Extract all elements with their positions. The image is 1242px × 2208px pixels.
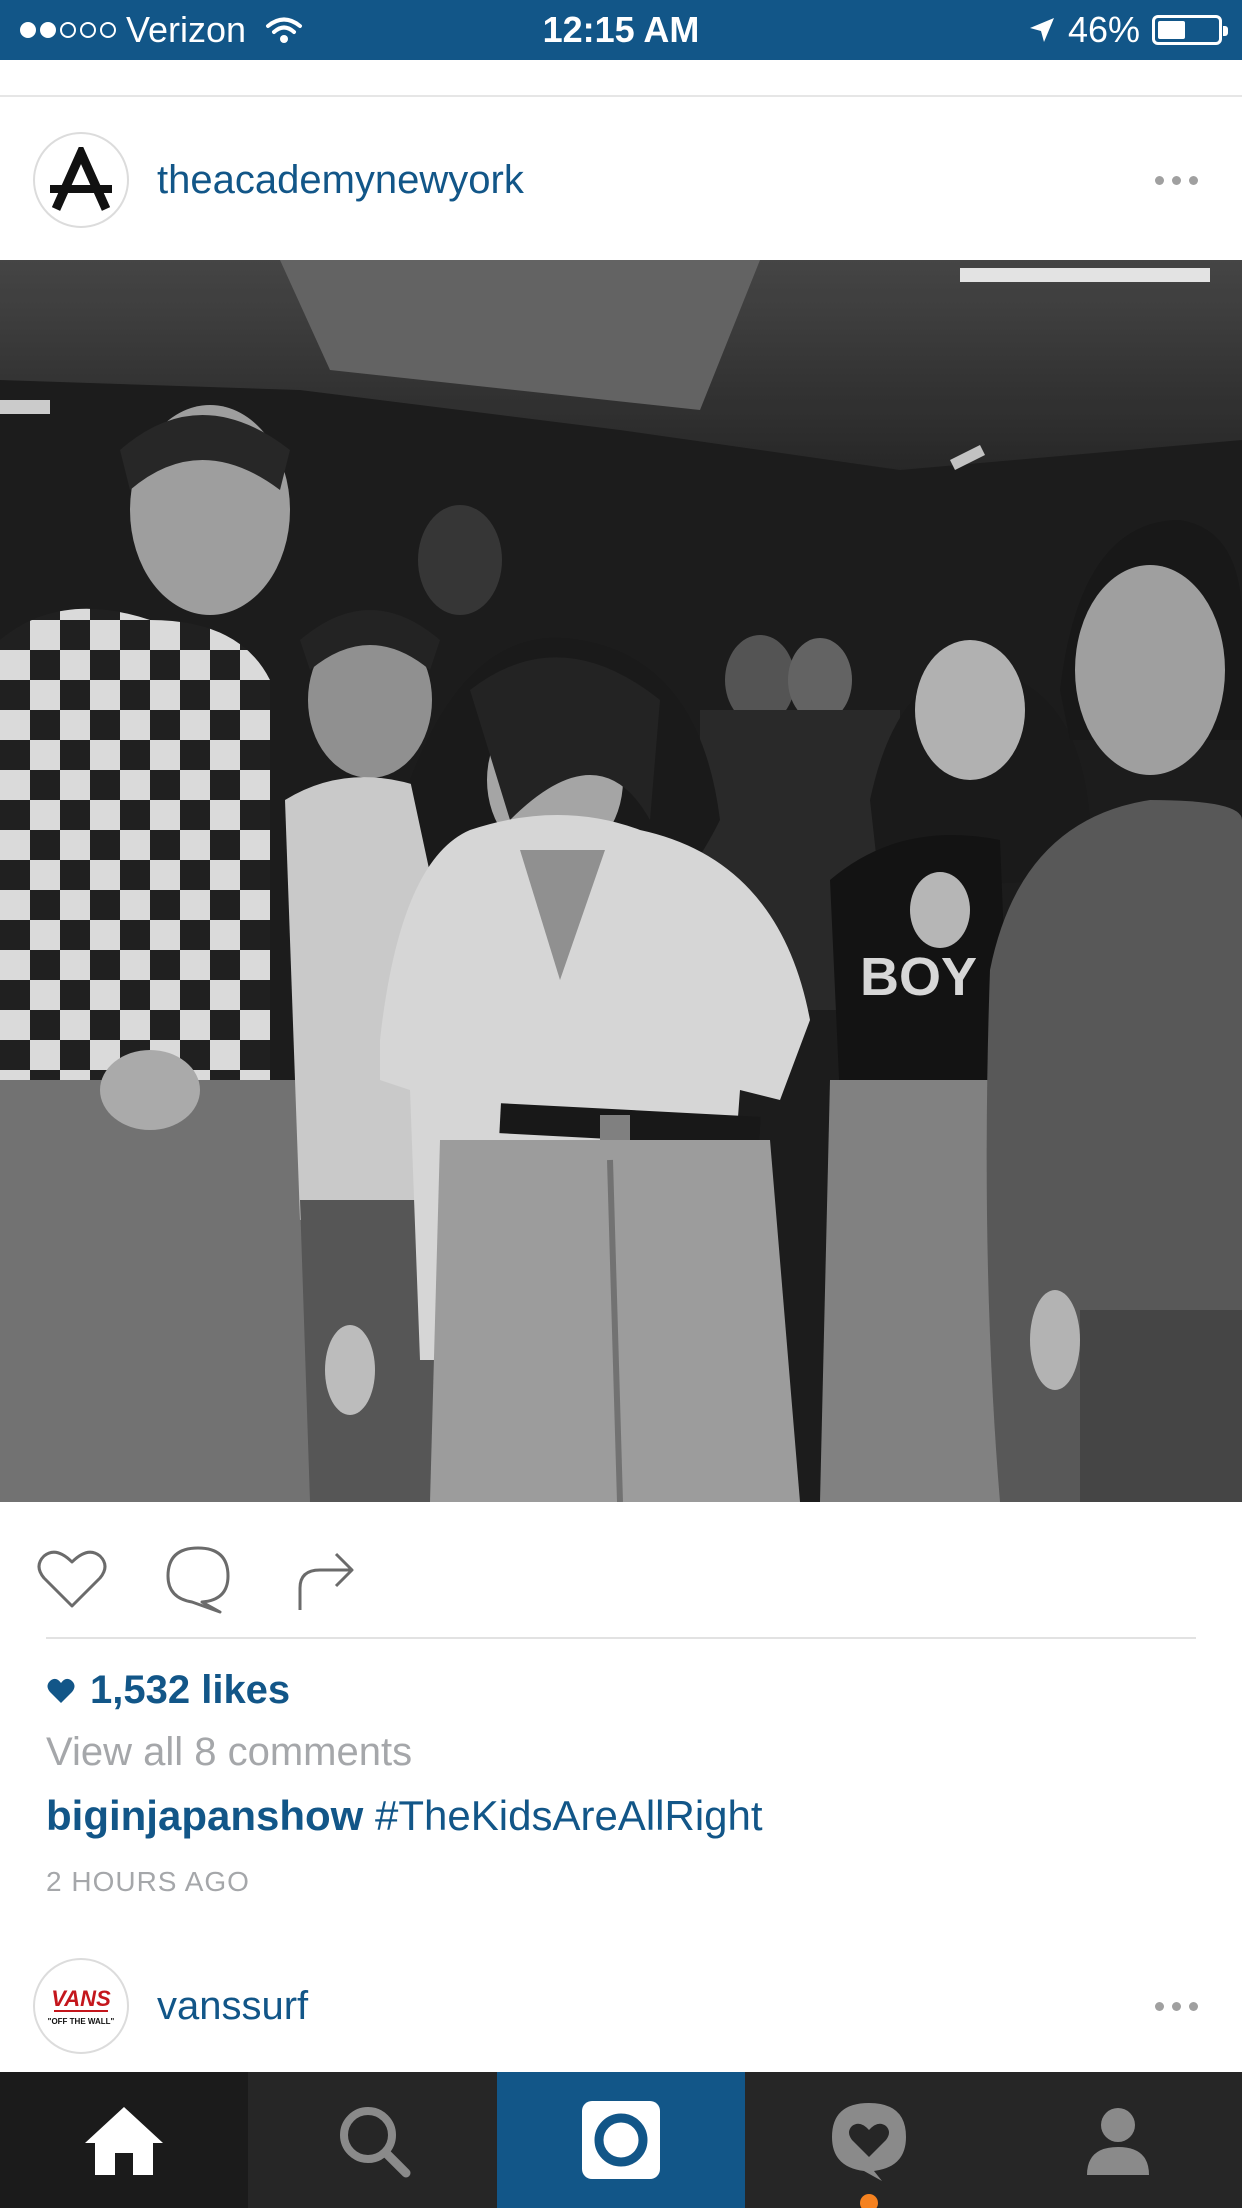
likes-count[interactable]: 1,532 likes <box>46 1668 290 1713</box>
svg-text:"OFF THE WALL": "OFF THE WALL" <box>48 2017 115 2026</box>
activity-heart-icon <box>832 2103 907 2181</box>
more-options-icon[interactable] <box>1155 175 1198 185</box>
svg-text:VANS: VANS <box>51 1986 111 2011</box>
home-icon <box>85 2107 164 2175</box>
comment-icon[interactable] <box>158 1538 238 1618</box>
battery-icon <box>1152 15 1228 45</box>
post-timestamp: 2 HOURS AGO <box>46 1866 250 1897</box>
tab-search[interactable] <box>248 2072 496 2208</box>
caption-author[interactable]: biginjapanshow <box>46 1792 363 1839</box>
view-comments-link[interactable]: View all 8 comments <box>46 1730 412 1775</box>
notification-dot <box>860 2194 879 2208</box>
tab-home[interactable] <box>0 2072 249 2208</box>
wifi-icon <box>266 17 303 43</box>
post-username[interactable]: theacademynewyork <box>157 158 524 203</box>
caption-hashtag[interactable]: #TheKidsAreAllRight <box>375 1792 763 1839</box>
post-header: VANS "OFF THE WALL" vanssurf <box>0 1926 1242 2086</box>
crowd-photo-image: BOY <box>0 260 1242 1502</box>
tab-bar <box>0 2072 1242 2208</box>
avatar[interactable]: VANS "OFF THE WALL" <box>33 1958 129 2054</box>
post-actions <box>0 1528 1242 1618</box>
carrier-name: Verizon <box>126 9 247 50</box>
avatar[interactable] <box>33 132 129 228</box>
post-caption: biginjapanshow #TheKidsAreAllRight <box>46 1792 763 1840</box>
location-arrow-icon <box>1029 18 1054 42</box>
tab-camera[interactable] <box>496 2072 746 2208</box>
heart-icon <box>47 1678 75 1703</box>
search-icon <box>339 2107 411 2178</box>
tab-activity[interactable] <box>745 2072 993 2208</box>
profile-icon <box>1086 2108 1149 2175</box>
post-header: theacademynewyork <box>0 100 1242 260</box>
tab-profile[interactable] <box>994 2072 1242 2208</box>
status-bar: Verizon 12:15 AM 46% <box>0 0 1242 60</box>
divider <box>0 95 1242 97</box>
more-options-icon[interactable] <box>1155 2001 1198 2011</box>
camera-icon <box>582 2101 661 2179</box>
likes-label: 1,532 likes <box>90 1668 291 1712</box>
divider <box>46 1637 1196 1639</box>
vans-logo-icon: VANS "OFF THE WALL" <box>48 1986 115 2026</box>
signal-strength-icon <box>20 22 116 38</box>
share-arrow-icon[interactable] <box>286 1538 366 1618</box>
battery-percent: 46% <box>1067 9 1140 50</box>
academy-logo-icon <box>50 147 112 211</box>
post-photo[interactable]: BOY <box>0 260 1242 1502</box>
like-heart-icon[interactable] <box>32 1538 112 1618</box>
post-username[interactable]: vanssurf <box>157 1984 308 2029</box>
